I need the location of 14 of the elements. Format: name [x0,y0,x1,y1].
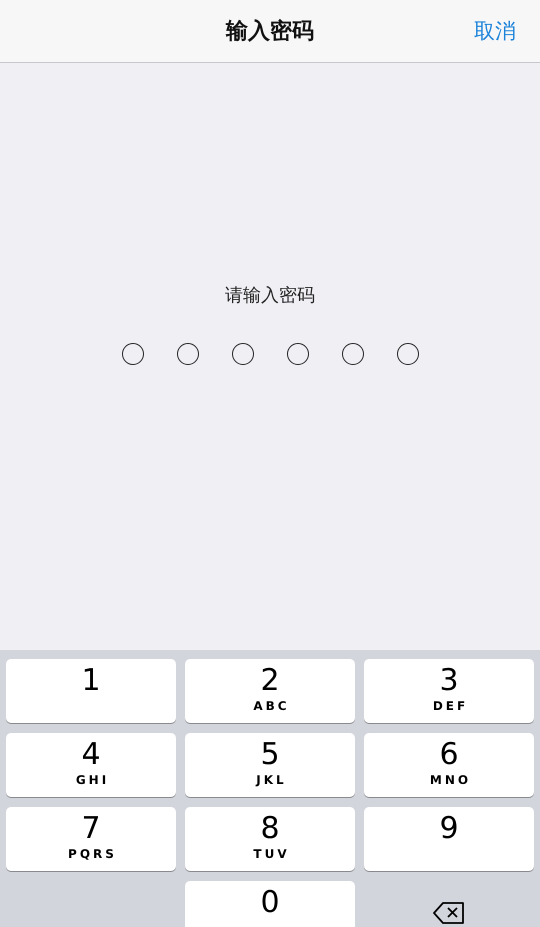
keypad-key[interactable]: 2 ABC [185,659,355,723]
keypad-key[interactable]: 4 GHI [6,733,176,797]
cancel-button[interactable]: 取消 [474,17,516,45]
keypad-key[interactable]: 6 MNO [364,733,534,797]
keypad-key[interactable]: 1 [6,659,176,723]
keypad-key[interactable]: 7 PQRS [6,807,176,871]
keypad-key[interactable]: 0 [185,881,355,927]
keypad-key[interactable]: 5 JKL [185,733,355,797]
keypad-key[interactable]: 9 [364,807,534,871]
backspace-icon[interactable] [433,902,465,924]
screen-title: 输入密码 [226,18,314,46]
passcode-prompt: 请输入密码 [225,284,315,307]
keypad-key[interactable]: 8 TUV [185,807,355,871]
keypad-key[interactable]: 3 DEF [364,659,534,723]
